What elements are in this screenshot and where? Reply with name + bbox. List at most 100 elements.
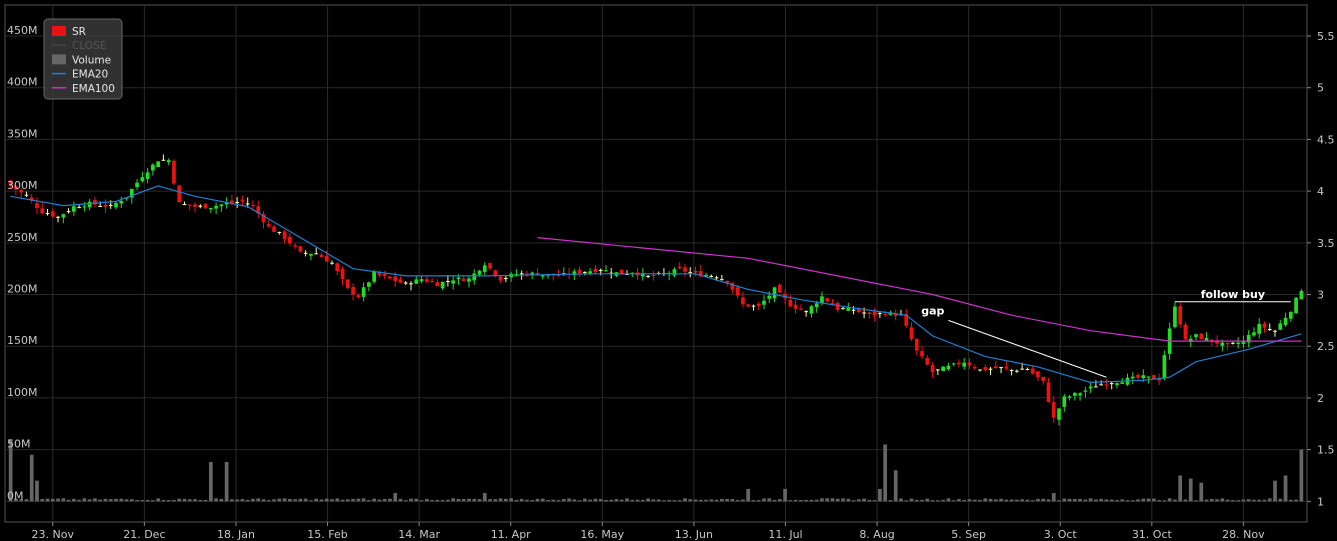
candle-body	[1162, 355, 1167, 379]
candle-body	[372, 271, 376, 282]
candle-body	[382, 274, 387, 276]
volume-bar	[1004, 499, 1009, 502]
candle-body	[1183, 324, 1188, 340]
volume-bar	[293, 499, 297, 502]
candle-body	[1294, 297, 1298, 314]
legend-item-label[interactable]: EMA20	[72, 69, 108, 81]
legend-item-label[interactable]: SR	[72, 26, 86, 38]
volume-bar	[577, 500, 582, 502]
volume-bar	[340, 499, 345, 502]
candle-body	[720, 279, 724, 281]
candle-body	[1141, 375, 1146, 379]
candle-body	[1072, 392, 1077, 396]
volume-bar	[946, 498, 951, 502]
volume-bar	[846, 498, 851, 502]
volume-bar	[746, 488, 751, 502]
volume-bar	[1099, 498, 1104, 502]
candle-body	[388, 276, 392, 279]
volume-bar	[161, 500, 166, 502]
candle-body	[1057, 408, 1061, 420]
volume-bar	[66, 499, 71, 502]
volume-bar	[772, 499, 777, 502]
candle-body	[709, 275, 714, 277]
volume-bar	[235, 499, 240, 502]
volume-bar	[282, 498, 287, 502]
candle-body	[1283, 317, 1288, 326]
legend-item-label[interactable]: Volume	[72, 54, 111, 66]
candle-body	[50, 211, 55, 217]
candle-body	[1194, 334, 1198, 338]
volume-bar	[50, 498, 55, 502]
candle-body	[1299, 290, 1304, 300]
volume-bar	[93, 498, 97, 502]
candle-body	[1120, 382, 1125, 384]
volume-bar	[883, 444, 888, 502]
volume-bar	[962, 499, 967, 502]
volume-bar	[667, 499, 672, 502]
candle-body	[66, 211, 71, 213]
volume-bar	[214, 498, 218, 502]
volume-bar	[56, 498, 60, 502]
volume-bar	[698, 499, 703, 502]
candle-body	[430, 280, 434, 283]
candle-body	[40, 208, 45, 214]
price-tick-label: 5.5	[1317, 30, 1335, 43]
volume-bar	[1057, 500, 1061, 502]
volume-bar	[662, 500, 666, 502]
x-tick-label: 5. Sep	[951, 528, 986, 541]
candle-body	[135, 182, 139, 188]
candle-body	[1109, 383, 1114, 385]
volume-bar	[224, 462, 229, 502]
volume-bar	[914, 499, 919, 502]
volume-bar	[504, 498, 508, 502]
candle-body	[1204, 338, 1209, 341]
volume-bar	[619, 499, 624, 502]
volume-bar	[40, 499, 45, 502]
volume-bar	[693, 499, 698, 502]
volume-bar	[261, 499, 266, 502]
candle-body	[1078, 393, 1082, 396]
candle-body	[446, 281, 450, 283]
candle-body	[967, 362, 972, 366]
volume-bar	[35, 480, 39, 502]
annotation-label: follow buy	[1201, 288, 1265, 301]
volume-bar	[324, 498, 329, 502]
volume-bar	[198, 500, 203, 502]
candle-body	[1041, 376, 1046, 382]
candle-body	[946, 365, 951, 370]
volume-bar	[145, 499, 150, 502]
x-tick-label: 14. Mar	[398, 528, 440, 541]
candle-body	[983, 367, 988, 371]
candle-body	[398, 279, 403, 283]
candle-body	[187, 204, 192, 206]
candle-body	[266, 224, 271, 227]
volume-bar	[530, 500, 535, 502]
volume-bar	[709, 499, 714, 502]
volume-bar	[1062, 498, 1067, 502]
candle-body	[140, 177, 145, 182]
candle-body	[978, 369, 982, 371]
candle-body	[851, 309, 856, 311]
volume-bar	[240, 499, 245, 502]
volume-tick-label: 0M	[7, 489, 24, 502]
volume-bar	[1157, 500, 1161, 502]
candle-body	[872, 311, 877, 316]
volume-bar	[488, 499, 492, 502]
volume-bar	[867, 499, 872, 502]
candle-body	[330, 262, 334, 264]
legend-item-label[interactable]: CLOSE	[72, 40, 106, 52]
volume-bar	[435, 499, 440, 502]
volume-bar	[777, 499, 782, 502]
candle-body	[1231, 342, 1235, 344]
legend[interactable]: SR CLOSE Volume EMA20 EMA100	[43, 18, 123, 100]
candle-body	[756, 303, 761, 307]
volume-bar	[925, 498, 930, 502]
volume-tick-label: 250M	[7, 231, 38, 244]
candle-body	[482, 265, 487, 272]
volume-bar	[440, 500, 445, 502]
legend-item-label[interactable]: EMA100	[72, 83, 115, 95]
volume-bar	[1041, 498, 1046, 502]
price-tick-label: 1	[1317, 495, 1324, 508]
volume-bar	[588, 499, 592, 502]
candle-body	[714, 277, 719, 279]
